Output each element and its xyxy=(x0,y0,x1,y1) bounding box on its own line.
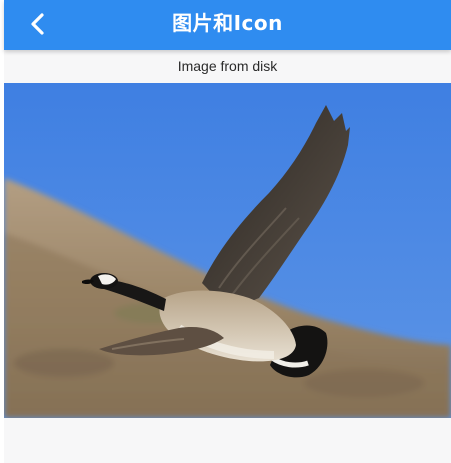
page-title: 图片和Icon xyxy=(172,10,283,35)
image-caption: Image from disk xyxy=(177,58,278,74)
screen: 图片和Icon Image from disk xyxy=(4,0,451,463)
goose-photo xyxy=(4,83,451,418)
app-bar: 图片和Icon xyxy=(4,0,451,50)
